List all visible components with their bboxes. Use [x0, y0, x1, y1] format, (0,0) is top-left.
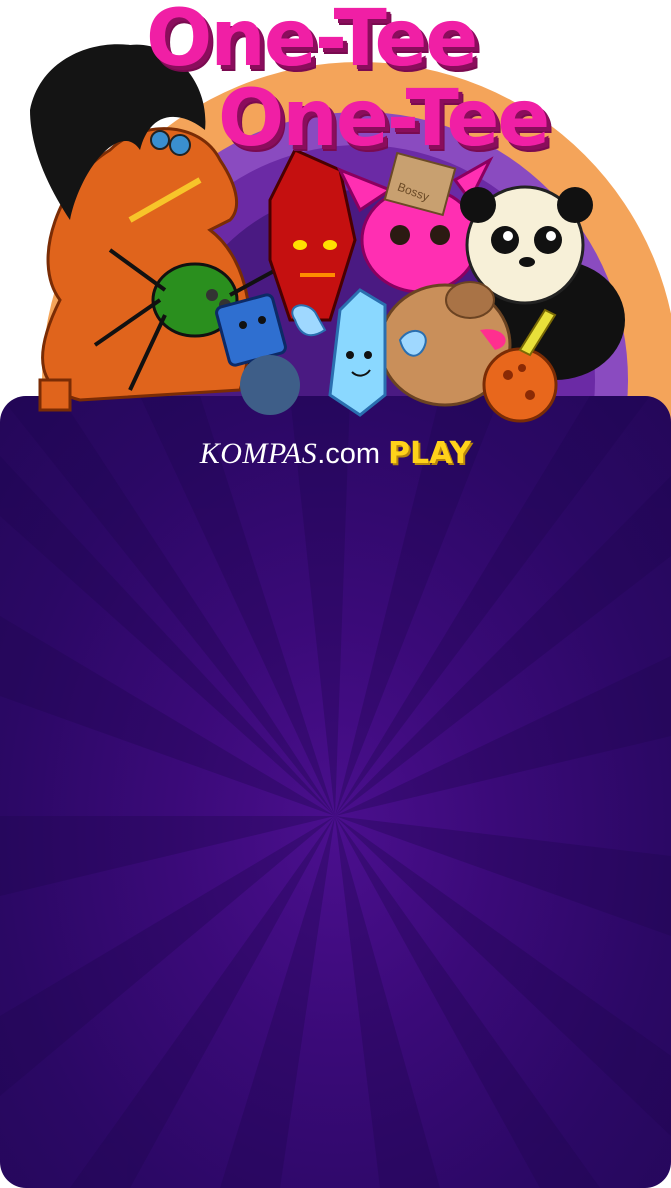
kompas-wordmark: KOMPAS [199, 437, 318, 470]
game-title: One-Tee One-Tee [0, 0, 671, 170]
pink-fox-character: Bossy [336, 151, 494, 294]
kompas-domain-suffix: .com [317, 438, 381, 470]
game-title-line-2: One-Tee [218, 74, 550, 164]
game-panel[interactable] [0, 396, 671, 1188]
sunburst-rays [0, 396, 671, 1188]
kompas-play-logo: KOMPAS.com PLAY [0, 436, 671, 471]
play-wordmark: PLAY [388, 436, 472, 471]
game-title-line-1: One-Tee [146, 0, 478, 84]
